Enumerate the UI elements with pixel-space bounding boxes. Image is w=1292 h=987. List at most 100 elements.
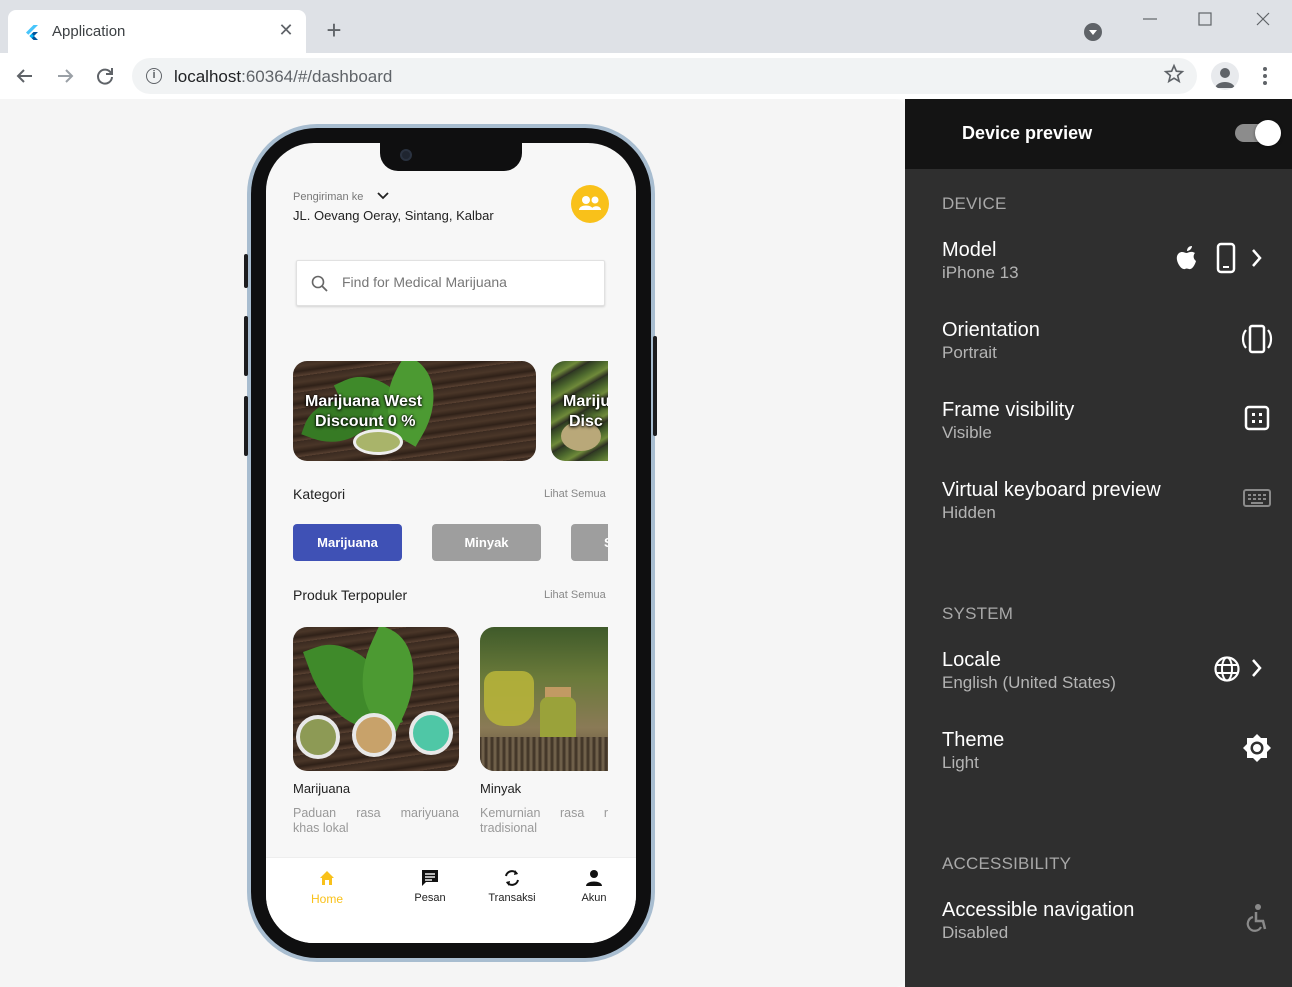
close-tab-icon[interactable]: ✕ [276,20,296,40]
categories-title: Kategori [293,486,346,502]
promo-banner[interactable]: Marijuana West Discount 0 % [293,361,536,461]
bowl-image [353,429,403,455]
search-placeholder: Find for Medical Marijuana [342,274,507,290]
setting-frame-visibility[interactable]: Frame visibility Visible [905,399,1292,459]
iphone-frame: Pengiriman ke JL. Oevang Oeray, Sintang,… [244,124,657,962]
app-screen: Pengiriman ke JL. Oevang Oeray, Sintang,… [266,143,636,943]
setting-virtual-keyboard[interactable]: Virtual keyboard preview Hidden [905,479,1292,539]
url-text[interactable]: localhost:60364/#/dashboard [174,67,392,87]
nav-item-home[interactable]: Home [292,868,362,906]
product-description: Paduan rasa mariyuana khas lokal [293,806,459,836]
bowl-image [352,713,396,757]
maximize-icon[interactable] [1192,6,1218,32]
setting-value: Light [942,753,979,772]
popular-products-title: Produk Terpopuler [293,587,408,603]
new-tab-icon[interactable]: + [322,17,346,43]
product-image-minyak[interactable] [480,627,608,771]
search-icon [311,275,328,292]
see-all-categories-link[interactable]: Lihat Semua [544,488,606,500]
apple-icon [1176,246,1196,270]
promo-banner[interactable]: Mariju Disc [551,361,608,461]
device-preview-toggle[interactable] [1235,120,1281,146]
browser-menu-icon[interactable] [1255,64,1275,88]
product-name[interactable]: Marijuana [293,781,350,796]
person-icon [586,870,602,886]
banner-title: Marijuana West [305,393,423,410]
setting-title: Locale [942,649,1001,671]
category-chip-partial[interactable]: S [571,524,608,561]
nav-label: Transaksi [488,892,536,904]
setting-value: Disabled [942,923,1009,942]
phone-side-button [244,254,248,288]
chat-icon [422,870,438,886]
flutter-icon [26,25,38,40]
sync-icon [505,870,519,886]
setting-orientation[interactable]: Orientation Portrait [905,319,1292,379]
banner-subtitle: Disc [569,413,603,430]
setting-title: Accessible navigation [942,899,1135,921]
screen-rotation-icon [1241,324,1273,354]
device-preview-title: Device preview [962,123,1093,143]
browser-tab-strip: Application ✕ + [0,0,1292,53]
accessibility-icon [1246,904,1267,932]
phone-side-button [244,316,248,376]
group-icon [579,196,601,210]
nav-item-pesan[interactable]: Pesan [395,868,465,904]
browser-tab[interactable]: Application ✕ [8,10,306,53]
setting-title: Orientation [942,319,1040,341]
toggle-knob [1255,120,1281,146]
forward-icon[interactable] [52,63,78,89]
nav-label: Akun [581,892,607,904]
chevron-right-icon [1252,659,1262,677]
search-field[interactable]: Find for Medical Marijuana [296,260,605,306]
product-image-marijuana[interactable] [293,627,459,771]
category-chip-minyak[interactable]: Minyak [432,524,541,561]
close-window-icon[interactable] [1250,6,1276,32]
device-preview-canvas: Pengiriman ke JL. Oevang Oeray, Sintang,… [0,99,905,987]
profile-avatar-icon[interactable] [1211,62,1239,90]
frame-icon [1244,405,1270,431]
reload-icon[interactable] [92,63,118,89]
setting-theme[interactable]: Theme Light [905,729,1292,789]
group-profile-button[interactable] [571,185,609,223]
nav-label: Pesan [414,892,446,904]
see-all-products-link[interactable]: Lihat Semua [544,589,606,601]
category-chip-marijuana[interactable]: Marijuana [293,524,402,561]
globe-icon [1214,656,1240,682]
section-system-header: SYSTEM [942,604,1014,623]
minimize-icon[interactable] [1137,6,1163,32]
bookmark-star-icon[interactable] [1163,63,1185,85]
deliver-address[interactable]: JL. Oevang Oeray, Sintang, Kalbar [293,208,494,223]
nav-item-transaksi[interactable]: Transaksi [477,868,547,904]
banner-title: Mariju [563,393,608,410]
seeds-image [480,737,608,771]
chevron-down-icon[interactable] [376,189,390,203]
setting-value: Hidden [942,503,996,522]
nav-item-akun[interactable]: Akun [559,868,629,904]
product-name[interactable]: Minyak [480,781,521,796]
address-bar[interactable]: i localhost:60364/#/dashboard [132,58,1197,94]
section-accessibility-header: ACCESSIBILITY [942,854,1072,873]
setting-accessible-navigation[interactable]: Accessible navigation Disabled [905,899,1292,959]
setting-value: Visible [942,423,992,442]
section-device-header: DEVICE [942,194,1007,213]
back-icon[interactable] [12,63,38,89]
banner-text: Mariju Disc [563,392,608,432]
tab-title: Application [52,23,126,40]
setting-model[interactable]: Model iPhone 13 [905,239,1292,299]
phone-icon [1216,242,1236,274]
product-desc-line: tradisional [480,821,537,835]
bowl-image [296,715,340,759]
nav-label: Home [310,892,343,906]
tab-search-icon[interactable] [1084,23,1102,41]
oil-glass-image [484,671,534,726]
banner-text: Marijuana West Discount 0 % [305,392,422,432]
site-info-icon[interactable]: i [146,68,162,84]
setting-title: Model [942,239,997,261]
banner-subtitle: Discount 0 % [315,413,416,430]
device-preview-panel: Device preview DEVICE Model iPhone 13 Or… [905,99,1292,987]
bowl-image [409,711,453,755]
device-preview-header: Device preview [905,99,1292,169]
page-viewport: Pengiriman ke JL. Oevang Oeray, Sintang,… [0,99,1292,987]
setting-locale[interactable]: Locale English (United States) [905,649,1292,709]
